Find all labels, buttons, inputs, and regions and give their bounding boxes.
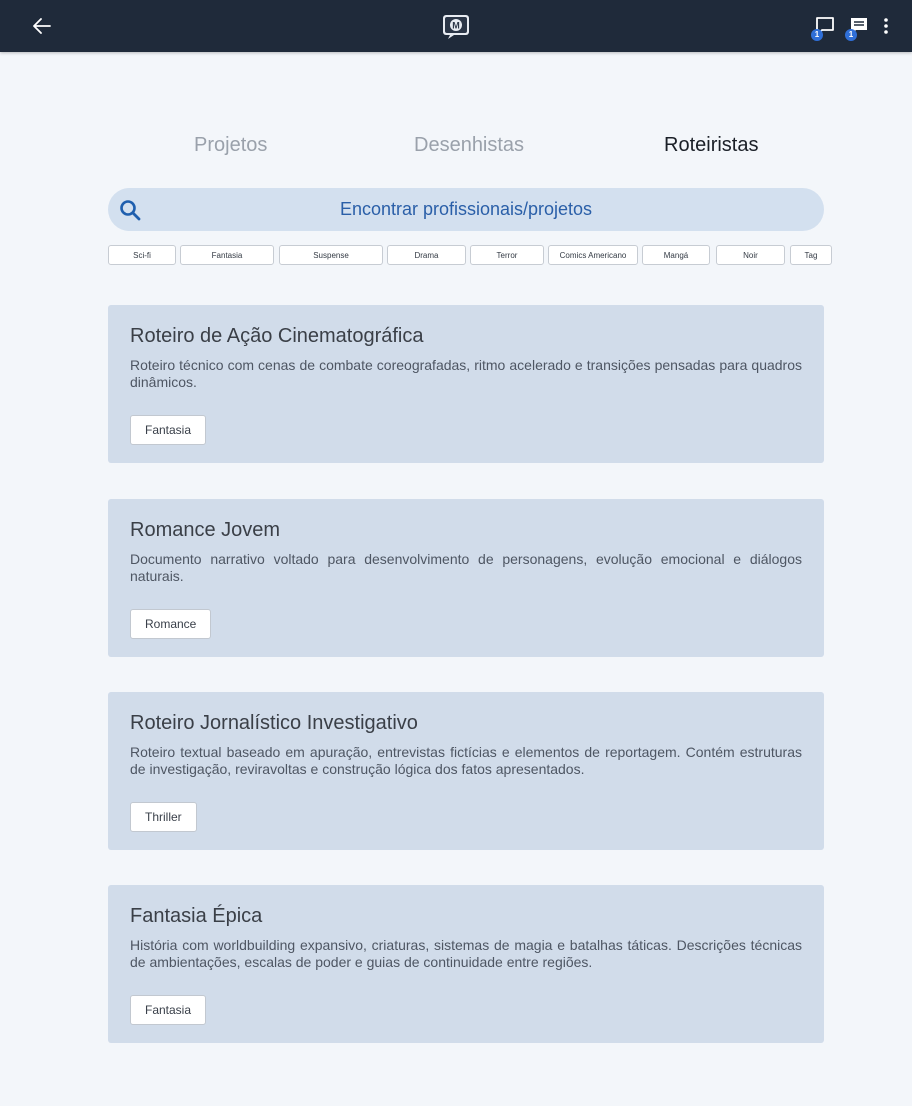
tag-chip[interactable]: Sci-fi [108, 245, 176, 265]
more-vertical-icon [884, 18, 888, 34]
card-description: Roteiro textual baseado em apuração, ent… [130, 744, 802, 777]
app-logo-icon: M [443, 15, 469, 39]
svg-text:M: M [452, 21, 460, 31]
tab-roteiristas[interactable]: Roteiristas [660, 130, 762, 160]
card-tag-button[interactable]: Romance [130, 609, 212, 639]
card-description: Roteiro técnico com cenas de combate cor… [130, 357, 802, 390]
tag-chip[interactable]: Drama [387, 245, 466, 265]
project-card[interactable]: Roteiro de Ação Cinematográfica Roteiro … [108, 305, 824, 463]
tag-chip[interactable]: Fantasia [180, 245, 274, 265]
chat-button[interactable]: 1 [811, 13, 838, 41]
card-title: Roteiro de Ação Cinematográfica [130, 325, 424, 347]
arrow-left-icon [33, 18, 51, 34]
tag-chip[interactable]: Suspense [279, 245, 383, 265]
top-actions: 1 1 [811, 13, 892, 41]
tab-projetos[interactable]: Projetos [190, 130, 271, 160]
project-card[interactable]: Roteiro Jornalístico Investigativo Rotei… [108, 692, 824, 850]
card-tag-button[interactable]: Fantasia [130, 415, 207, 445]
notification-badge: 1 [811, 29, 823, 41]
tag-chip[interactable]: Tag [790, 245, 832, 265]
tag-chip[interactable]: Comics Americano [548, 245, 638, 265]
card-description: Documento narrativo voltado para desenvo… [130, 551, 802, 584]
tag-chip[interactable]: Mangá [642, 245, 710, 265]
project-card[interactable]: Fantasia Épica História com worldbuildin… [108, 885, 824, 1043]
card-title: Romance Jovem [130, 519, 281, 541]
project-card[interactable]: Romance Jovem Documento narrativo voltad… [108, 499, 824, 657]
card-title: Roteiro Jornalístico Investigativo [130, 712, 418, 734]
tab-desenhistas[interactable]: Desenhistas [410, 130, 528, 160]
category-tabs: Projetos Desenhistas Roteiristas [120, 130, 800, 160]
card-title: Fantasia Épica [130, 905, 263, 927]
card-tag-button[interactable]: Fantasia [130, 995, 207, 1025]
card-tag-button[interactable]: Thriller [130, 802, 197, 832]
back-button[interactable] [30, 14, 54, 38]
search-placeholder: Encontrar profissionais/projetos [339, 199, 593, 219]
search-input[interactable]: Encontrar profissionais/projetos [108, 188, 824, 231]
card-description: História com worldbuilding expansivo, cr… [130, 937, 802, 970]
tag-chip[interactable]: Noir [716, 245, 785, 265]
more-options-button[interactable] [880, 13, 892, 39]
notification-badge: 1 [845, 29, 857, 41]
tag-chip[interactable]: Terror [470, 245, 544, 265]
top-app-bar: M 1 1 [0, 0, 912, 52]
messages-button[interactable]: 1 [845, 13, 872, 41]
